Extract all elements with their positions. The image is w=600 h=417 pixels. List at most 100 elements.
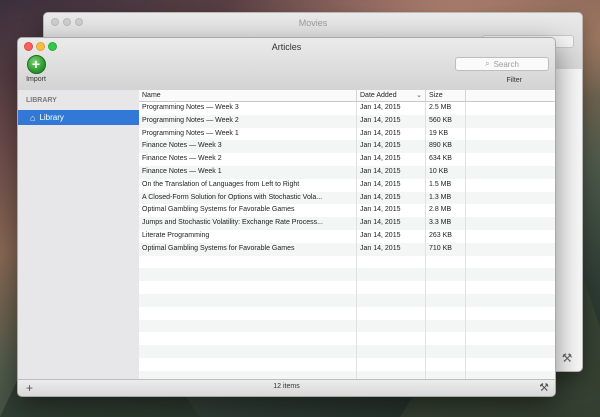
cell-size [426,306,466,320]
cell-date-added: Jan 14, 2015 [357,165,426,179]
plus-circle-icon: + [26,55,46,74]
table-row[interactable]: Finance Notes — Week 2 Jan 14, 2015 634 KB [139,153,555,166]
cell-date-added: Jan 14, 2015 [357,242,426,256]
table-row[interactable]: Programming Notes — Week 2 Jan 14, 2015 56… [139,114,555,128]
cell-size: 19 KB [426,127,466,141]
cell-filler [466,102,555,115]
cell-size [426,319,466,333]
cell-name: On the Translation of Languages from Lef… [139,178,357,192]
table-row[interactable]: On the Translation of Languages from Lef… [139,178,555,192]
cell-date-added: Jan 14, 2015 [357,217,426,230]
cell-filler [466,153,555,166]
cell-size: 560 KB [426,114,466,128]
column-header-size[interactable]: Size [426,90,466,101]
sidebar-item-library[interactable]: ⌂ Library [18,110,139,125]
import-button[interactable]: + Import [23,55,49,83]
table-row-empty [139,293,555,307]
search-icon: ⌕ [485,59,490,68]
table-row[interactable]: Literate Programming Jan 14, 2015 263 KB [139,229,555,243]
table-row[interactable]: Programming Notes — Week 1 Jan 14, 2015 19… [139,127,555,141]
cell-size [426,332,466,346]
cell-date-added [357,345,426,358]
table-row-empty [139,357,555,371]
cell-name [139,319,357,333]
cell-name: A Closed-Form Solution for Options with … [139,191,357,205]
table-row-empty [139,268,555,282]
chevron-down-icon: ⌄ [416,92,422,99]
table-row-empty [139,255,555,269]
cell-filler [466,268,555,281]
cell-filler [466,230,555,243]
cell-date-added [357,306,426,320]
cell-name: Literate Programming [139,229,357,243]
window-title: Articles [271,42,302,52]
cell-filler [466,358,555,371]
table-row[interactable]: Programming Notes — Week 3 Jan 14, 2015 2.… [139,102,555,115]
cell-name [139,357,357,371]
tools-icon[interactable]: ⚒ [539,381,549,394]
cell-filler [466,256,555,269]
table-row[interactable]: Finance Notes — Week 3 Jan 14, 2015 890 KB [139,140,555,154]
cell-date-added: Jan 14, 2015 [357,102,426,115]
table-row[interactable]: Optimal Gambling Systems for Favorable G… [139,204,555,218]
cell-filler [466,166,555,179]
movies-window-title: Movies [298,18,328,28]
cell-name: Programming Notes — Week 2 [139,114,357,128]
column-header-name[interactable]: Name [139,90,357,101]
cell-date-added: Jan 14, 2015 [357,229,426,243]
cell-date-added: Jan 14, 2015 [357,140,426,154]
cell-size [426,255,466,269]
articles-table[interactable]: Name Date Added ⌄ Size Programming Notes… [139,90,555,380]
cell-size: 1.5 MB [426,178,466,192]
column-header-date-added[interactable]: Date Added ⌄ [357,90,426,101]
cell-name: Optimal Gambling Systems for Favorable G… [139,204,357,218]
cell-date-added: Jan 14, 2015 [357,153,426,166]
cell-name [139,268,357,282]
cell-filler [466,204,555,217]
cell-filler [466,307,555,320]
cell-size: 10 KB [426,165,466,179]
tools-icon[interactable]: ⚒ [560,351,574,365]
filter-label: Filter [506,77,522,84]
cell-name: Finance Notes — Week 1 [139,165,357,179]
cell-filler [466,281,555,294]
cell-name [139,255,357,269]
search-placeholder: Search [493,59,519,69]
cell-date-added [357,332,426,346]
toolbar: Articles + Import ⌕ Search Filter [18,38,555,91]
house-icon: ⌂ [30,112,36,123]
cell-size: 3.3 MB [426,217,466,230]
table-row[interactable]: Jumps and Stochastic Volatility: Exchang… [139,217,555,230]
table-row[interactable]: A Closed-Form Solution for Options with … [139,191,555,205]
table-row-empty [139,332,555,346]
cell-name [139,332,357,346]
cell-name: Optimal Gambling Systems for Favorable G… [139,242,357,256]
table-row[interactable]: Optimal Gambling Systems for Favorable G… [139,242,555,256]
cell-date-added: Jan 14, 2015 [357,127,426,141]
cell-date-added [357,357,426,371]
cell-size: 634 KB [426,153,466,166]
sidebar: LIBRARY ⌂ Library [18,90,140,380]
cell-date-added: Jan 14, 2015 [357,191,426,205]
table-row-empty [139,281,555,294]
cell-size [426,268,466,282]
cell-size [426,357,466,371]
cell-date-added: Jan 14, 2015 [357,114,426,128]
cell-filler [466,128,555,141]
cell-name: Jumps and Stochastic Volatility: Exchang… [139,217,357,230]
cell-filler [466,140,555,153]
table-row[interactable]: Finance Notes — Week 1 Jan 14, 2015 10 KB [139,165,555,179]
table-row-empty [139,345,555,358]
table-body: Programming Notes — Week 3 Jan 14, 2015 2.… [139,102,555,380]
cell-filler [466,179,555,192]
cell-filler [466,345,555,358]
cell-filler [466,294,555,307]
cell-filler [466,320,555,333]
cell-date-added [357,268,426,282]
articles-window[interactable]: Articles + Import ⌕ Search Filter LIBRAR… [17,37,556,397]
search-input[interactable]: ⌕ Search [455,57,549,71]
cell-date-added: Jan 14, 2015 [357,178,426,192]
cell-name [139,306,357,320]
cell-filler [466,332,555,345]
table-row-empty [139,319,555,333]
